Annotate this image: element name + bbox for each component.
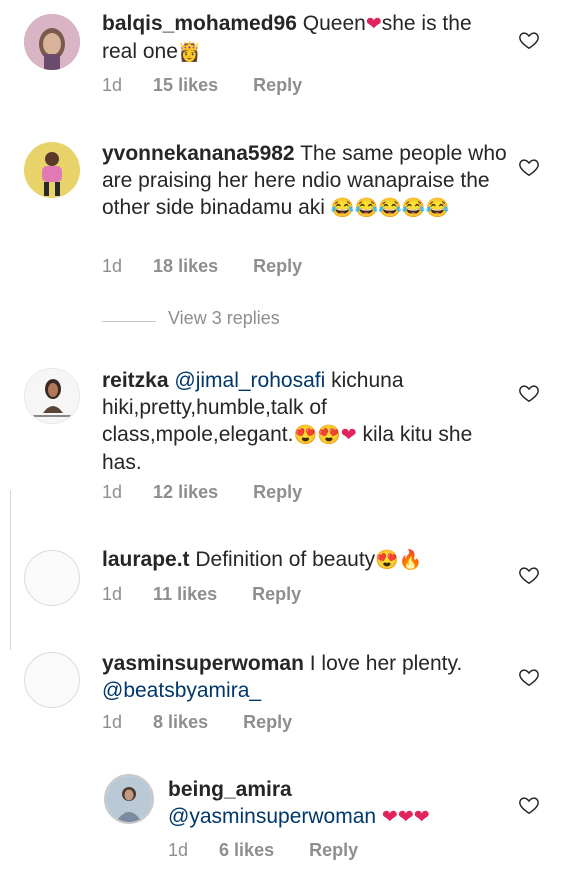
comment-username[interactable]: laurape.t bbox=[102, 548, 190, 571]
comment-likes[interactable]: 6 likes bbox=[219, 840, 274, 861]
comment-body: yvonnekanana5982 The same people who are… bbox=[102, 140, 512, 222]
princess-emoji: 👸 bbox=[177, 42, 202, 63]
comment-time: 1d bbox=[168, 840, 189, 860]
comment-text: Queen bbox=[302, 12, 366, 35]
comment-username[interactable]: reitzka bbox=[102, 369, 169, 392]
comment-text: Definition of beauty bbox=[195, 548, 376, 571]
comment-likes[interactable]: 18 likes bbox=[153, 256, 218, 277]
like-heart-icon[interactable] bbox=[518, 29, 540, 51]
heart-emoji: ❤ bbox=[365, 14, 382, 35]
comment-text: I love her plenty. bbox=[309, 652, 463, 675]
reply-button[interactable]: Reply bbox=[243, 712, 292, 733]
comment-username[interactable]: yasminsuperwoman bbox=[102, 652, 304, 675]
avatar[interactable] bbox=[24, 14, 80, 70]
like-heart-icon[interactable] bbox=[518, 666, 540, 688]
heart-eyes-emoji: 😍😍❤ bbox=[293, 425, 357, 446]
comment-likes[interactable]: 15 likes bbox=[153, 75, 218, 96]
mention-link[interactable]: @beatsbyamira_ bbox=[102, 679, 261, 702]
reply-button[interactable]: Reply bbox=[253, 256, 302, 277]
like-heart-icon[interactable] bbox=[518, 382, 540, 404]
comment-username[interactable]: yvonnekanana5982 bbox=[102, 142, 295, 165]
like-heart-icon[interactable] bbox=[518, 794, 540, 816]
comment-body: reitzka @jimal_rohosafi kichuna hiki,pre… bbox=[102, 367, 502, 476]
comment-time: 1d bbox=[102, 584, 123, 604]
reply-button[interactable]: Reply bbox=[253, 482, 302, 503]
divider bbox=[102, 321, 156, 322]
comment-time: 1d bbox=[102, 75, 123, 95]
reply-button[interactable]: Reply bbox=[252, 584, 301, 605]
comment-time: 1d bbox=[102, 712, 123, 732]
mention-link[interactable]: @jimal_rohosafi bbox=[174, 369, 325, 392]
comment-body: being_amira @yasminsuperwoman ❤❤❤ bbox=[168, 776, 528, 831]
comment-likes[interactable]: 12 likes bbox=[153, 482, 218, 503]
avatar[interactable] bbox=[24, 652, 80, 708]
comment-body: balqis_mohamed96 Queen❤she is the real o… bbox=[102, 10, 512, 66]
comment-time: 1d bbox=[102, 256, 123, 276]
comment-meta: 1d 18 likes Reply bbox=[102, 256, 302, 277]
comment-time: 1d bbox=[102, 482, 123, 502]
like-heart-icon[interactable] bbox=[518, 156, 540, 178]
avatar[interactable] bbox=[24, 368, 80, 424]
comment-likes[interactable]: 11 likes bbox=[153, 584, 217, 605]
comment-meta: 1d 12 likes Reply bbox=[102, 482, 302, 503]
comment-meta: 1d 8 likes Reply bbox=[102, 712, 292, 733]
comment-likes[interactable]: 8 likes bbox=[153, 712, 208, 733]
avatar[interactable] bbox=[24, 142, 80, 198]
comment-body: laurape.t Definition of beauty😍🔥 bbox=[102, 546, 512, 574]
comment-body: yasminsuperwoman I love her plenty. @bea… bbox=[102, 650, 512, 704]
avatar[interactable] bbox=[24, 550, 80, 606]
laughing-emoji: 😂😂😂😂😂 bbox=[330, 198, 450, 219]
comment-meta: 1d 6 likes Reply bbox=[168, 840, 358, 861]
reply-button[interactable]: Reply bbox=[309, 840, 358, 861]
mention-link[interactable]: @yasminsuperwoman bbox=[168, 805, 376, 828]
view-replies-label: View 3 replies bbox=[168, 308, 280, 328]
comment-meta: 1d 11 likes Reply bbox=[102, 584, 301, 605]
comment-username[interactable]: being_amira bbox=[168, 778, 292, 801]
avatar[interactable] bbox=[104, 774, 154, 824]
comment-username[interactable]: balqis_mohamed96 bbox=[102, 12, 297, 35]
heart-eyes-fire-emoji: 😍🔥 bbox=[375, 550, 423, 571]
hearts-emoji: ❤❤❤ bbox=[381, 807, 430, 828]
like-heart-icon[interactable] bbox=[518, 564, 540, 586]
comment-meta: 1d 15 likes Reply bbox=[102, 75, 302, 96]
reply-button[interactable]: Reply bbox=[253, 75, 302, 96]
scroll-edge bbox=[0, 490, 11, 650]
